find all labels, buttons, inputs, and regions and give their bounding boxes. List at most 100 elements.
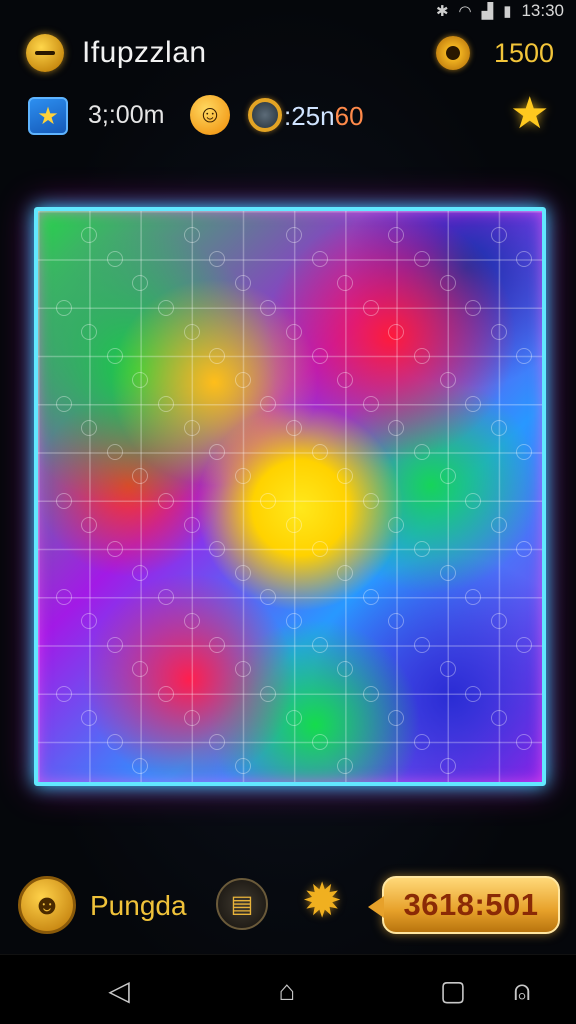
puzzle-piece-knob (286, 516, 302, 533)
puzzle-piece-knob (311, 347, 328, 364)
puzzle-piece-knob (465, 299, 482, 316)
puzzle-piece-knob (516, 637, 533, 654)
puzzle-piece-knob (286, 709, 302, 726)
puzzle-piece-knob (439, 757, 456, 774)
puzzle-piece-knob (388, 709, 405, 726)
smiley-icon[interactable]: ☺ (190, 95, 230, 135)
puzzle-piece-knob (362, 299, 379, 316)
puzzle-piece-knob (465, 492, 482, 509)
puzzle-piece-knob (465, 782, 481, 786)
status-bar: ✱ ◠ ▟ ▮ 13:30 (0, 0, 576, 22)
puzzle-piece-knob (465, 396, 482, 412)
puzzle-piece-knob (516, 540, 533, 557)
puzzle-piece-knob (337, 275, 354, 292)
points-display[interactable]: 3618:501 (368, 876, 560, 934)
puzzle-piece-knob (158, 492, 174, 509)
puzzle-piece-knob (388, 516, 405, 533)
puzzle-piece-knob (132, 468, 149, 485)
puzzle-piece-knob (414, 540, 430, 557)
puzzle-piece-knob (81, 613, 98, 630)
home-icon[interactable]: ⌂ (271, 975, 303, 1007)
recents-icon[interactable]: ▢ (437, 975, 469, 1007)
puzzle-piece-knob (542, 758, 546, 774)
puzzle-piece-knob (465, 589, 482, 605)
puzzle-piece-knob (260, 589, 277, 605)
puzzle-piece-knob (183, 613, 200, 630)
puzzle-piece-knob (286, 323, 302, 340)
puzzle-piece-knob (132, 371, 149, 388)
puzzle-piece-knob (183, 323, 200, 340)
bottom-bar: ☻ Pungda ▤ ✹ 3618:501 (0, 872, 576, 938)
star-badge-icon[interactable]: ★ (28, 97, 68, 135)
puzzle-piece-knob (490, 323, 507, 340)
puzzle-piece-knob (158, 299, 174, 316)
puzzle-piece-knob (439, 275, 456, 292)
puzzle-board[interactable] (34, 207, 546, 786)
puzzle-piece-knob (234, 275, 251, 292)
globe-icon[interactable] (248, 98, 282, 132)
time-display: 3;:00m (88, 101, 165, 129)
coin-count: 1500 (494, 38, 555, 68)
puzzle-piece-knob (337, 661, 354, 678)
navigation-bar: ◁ ⌂ ▢ ⍝ (0, 954, 576, 1024)
puzzle-piece-knob (260, 299, 277, 316)
puzzle-piece-knob (311, 251, 328, 268)
puzzle-piece-grid[interactable] (38, 211, 542, 782)
puzzle-piece-knob (209, 444, 226, 461)
puzzle-piece-knob (414, 733, 430, 750)
badge-icon[interactable]: ✹ (302, 878, 342, 926)
puzzle-piece-knob (388, 420, 405, 437)
puzzle-piece-knob (490, 516, 507, 533)
gear-icon[interactable] (436, 36, 470, 70)
puzzle-piece-knob (439, 468, 456, 485)
puzzle-piece-knob (158, 396, 174, 412)
assist-icon[interactable]: ⍝ (506, 975, 538, 1007)
chat-icon[interactable]: ▤ (216, 878, 268, 930)
stats-row: ★ 3;:00m ☺ :25n60 ★ (0, 92, 576, 138)
puzzle-piece-knob (311, 733, 328, 750)
puzzle-piece-knob (414, 637, 430, 654)
puzzle-piece-knob (311, 540, 328, 557)
game-screen: ✱ ◠ ▟ ▮ 13:30 Ifupzzlan 1500 ★ 3;:00m ☺ … (0, 0, 576, 1024)
puzzle-piece-knob (183, 516, 200, 533)
puzzle-piece-knob (362, 492, 379, 509)
puzzle-piece-knob (132, 275, 149, 292)
puzzle-piece-knob (234, 564, 251, 581)
puzzle-piece-knob (490, 709, 507, 726)
puzzle-piece-knob (209, 637, 226, 654)
menu-button[interactable] (26, 34, 64, 72)
avatar[interactable]: ☻ (18, 876, 76, 934)
puzzle-piece-knob (183, 227, 200, 244)
puzzle-piece-knob (516, 444, 533, 461)
puzzle-piece-knob (542, 565, 546, 581)
bluetooth-icon: ✱ (435, 3, 449, 20)
back-icon[interactable]: ◁ (103, 975, 135, 1007)
status-time: 13:30 (521, 1, 564, 20)
puzzle-piece-knob (490, 227, 507, 244)
puzzle-piece-knob (388, 323, 405, 340)
puzzle-piece-knob (516, 733, 533, 750)
puzzle-piece-knob (337, 757, 354, 774)
puzzle-piece-knob (260, 492, 277, 509)
puzzle-piece-knob (388, 227, 405, 244)
score-part-a: :25n (284, 101, 335, 131)
puzzle-piece-knob (363, 782, 379, 786)
puzzle-piece-knob (542, 468, 546, 484)
header: Ifupzzlan 1500 (0, 30, 576, 76)
puzzle-piece-knob (209, 540, 226, 557)
puzzle-piece-knob (311, 637, 328, 654)
puzzle-piece-knob (132, 661, 149, 678)
puzzle-piece-knob (337, 371, 354, 388)
puzzle-piece-knob (260, 396, 277, 412)
puzzle-piece-knob (260, 685, 277, 702)
puzzle-piece-knob (439, 371, 456, 388)
menu-icon (35, 51, 55, 55)
puzzle-piece-knob (81, 323, 98, 340)
puzzle-piece-knob (337, 564, 354, 581)
puzzle-piece-knob (56, 782, 72, 786)
puzzle-piece-knob (465, 685, 482, 702)
puzzle-piece-knob (542, 372, 546, 388)
star-icon[interactable]: ★ (510, 92, 549, 136)
puzzle-piece-knob (234, 468, 251, 485)
puzzle-piece-knob (106, 637, 123, 654)
